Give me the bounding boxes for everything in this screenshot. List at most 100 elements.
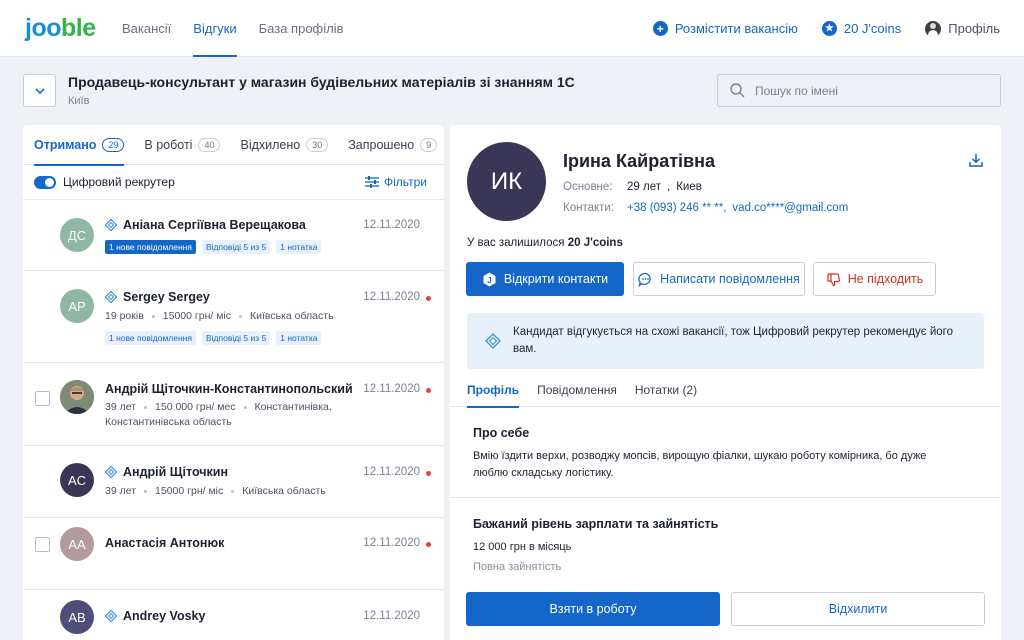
coins-value: 20 J'coins <box>567 237 623 249</box>
candidate-name-line: Анастасія Антонюк <box>105 536 224 550</box>
profile-link[interactable]: Профіль <box>925 20 1000 37</box>
profile-avatar: ИК <box>467 142 546 221</box>
badge-new-message: 1 нове повідомлення <box>105 240 196 254</box>
download-button[interactable] <box>968 152 984 171</box>
logo-part-1: joo <box>25 14 62 42</box>
tab-label: Отримано <box>34 138 97 152</box>
tab-label: В роботі <box>144 138 193 152</box>
search-box[interactable] <box>717 74 1001 107</box>
candidate-checkbox[interactable] <box>35 391 50 406</box>
candidate-name: Andrey Vosky <box>123 609 206 623</box>
separator-dot <box>243 405 247 409</box>
candidate-row[interactable]: ДС Аніана Сергіївна Верещакова 12.11.202… <box>23 200 444 271</box>
candidate-row[interactable]: AA Анастасія Антонюк 12.11.2020 <box>23 518 444 590</box>
section-divider <box>450 497 1001 498</box>
badge-answers: Відповіді 5 из 5 <box>201 331 271 345</box>
candidate-name: Андрій Щіточкин-Константинопольский <box>105 382 353 396</box>
badge-answers: Відповіді 5 из 5 <box>201 240 271 254</box>
nav-profile-base[interactable]: База профілів <box>259 0 344 57</box>
candidate-name: Андрій Щіточкин <box>123 465 229 479</box>
digital-recruiter-toggle[interactable] <box>34 175 56 189</box>
tab-in-progress[interactable]: В роботі 40 <box>144 125 221 165</box>
candidate-row[interactable]: Андрій Щіточкин-Константинопольский 12.1… <box>23 363 444 446</box>
person-photo-icon <box>60 380 94 414</box>
candidate-name: Анастасія Антонюк <box>105 536 225 550</box>
search-icon <box>730 83 745 98</box>
tab-received[interactable]: Отримано 29 <box>34 125 125 166</box>
candidate-row[interactable]: AC Андрій Щіточкин 12.11.2020 39 лет 1500… <box>23 446 444 518</box>
main-nav: Вакансії Відгуки База профілів <box>122 0 344 57</box>
profile-name: Ірина Кайратівна <box>563 151 715 171</box>
tab-messages[interactable]: Повідомлення <box>537 383 617 407</box>
contacts-label: Контакти: <box>563 202 615 214</box>
verified-icon <box>105 219 117 231</box>
salary-value: 12 000 грн в місяць <box>473 541 572 553</box>
badge-new-message: 1 нове повідомлення <box>105 331 196 345</box>
tab-invited[interactable]: Запрошено 9 <box>348 125 438 165</box>
profile-email[interactable]: vad.co****@gmail.com <box>732 202 848 214</box>
candidate-row[interactable]: AP Sergey Sergey 12.11.2020 19 років 1500… <box>23 271 444 363</box>
recommendation-text: Кандидат відгукується на схожі вакансії,… <box>513 326 954 355</box>
star-icon: ★ <box>821 21 837 36</box>
candidate-date: 12.11.2020 <box>363 219 420 231</box>
collapse-job-button[interactable] <box>23 74 56 107</box>
open-contacts-label: Відкрити контакти <box>503 272 609 286</box>
candidate-date: 12.11.2020 <box>363 537 420 549</box>
write-message-button[interactable]: Написати повідомлення <box>633 262 805 296</box>
logo-part-2: ble <box>61 14 96 42</box>
coins-text: У вас залишилося <box>467 237 565 249</box>
candidate-name-line: Andrey Vosky <box>105 609 205 623</box>
nav-responses[interactable]: Відгуки <box>193 0 237 57</box>
open-contacts-button[interactable]: J Відкрити контакти <box>466 262 624 296</box>
candidate-city: Константинівка, <box>254 401 332 413</box>
search-input[interactable] <box>755 83 985 98</box>
separator-dot <box>239 314 243 318</box>
verified-icon <box>105 610 117 622</box>
candidate-name: Аніана Сергіївна Верещакова <box>123 218 306 232</box>
profile-label: Профіль <box>948 21 1000 36</box>
tab-rejected[interactable]: Відхилено 30 <box>240 125 329 165</box>
jooble-logo[interactable]: jooble <box>25 14 96 43</box>
candidate-avatar: AA <box>60 527 94 561</box>
decline-button[interactable]: Відхилити <box>731 592 985 626</box>
tab-count: 29 <box>102 138 125 152</box>
candidate-age: 39 лет <box>105 401 137 413</box>
thumbs-down-icon <box>827 272 840 286</box>
not-suitable-button[interactable]: Не підходить <box>813 262 936 296</box>
post-vacancy-link[interactable]: + Розмістити вакансію <box>652 21 798 36</box>
hire-button[interactable]: Взяти в роботу <box>466 592 720 626</box>
digital-recruiter: Цифровий рекрутер <box>34 175 175 189</box>
candidate-name-line: Аніана Сергіївна Верещакова <box>105 218 306 232</box>
profile-phone[interactable]: +38 (093) 246 ** **, <box>627 202 726 214</box>
tab-profile[interactable]: Профіль <box>467 383 520 408</box>
candidate-avatar: ДС <box>60 218 94 252</box>
jcoin-icon: J <box>483 272 496 286</box>
unread-dot <box>426 542 431 547</box>
candidate-name-line: Андрій Щіточкин-Константинопольский <box>105 382 353 396</box>
coins-remaining: У вас залишилося 20 J'coins <box>467 237 623 249</box>
candidate-row[interactable]: AB Andrey Vosky 12.11.2020 <box>23 590 444 640</box>
digital-recruiter-icon <box>485 333 501 349</box>
nav-vacancies[interactable]: Вакансії <box>122 0 171 57</box>
filters-label: Фільтри <box>384 175 427 189</box>
candidate-avatar: AC <box>60 463 94 497</box>
job-title: Продавець-консультант у магазин будівель… <box>68 74 575 90</box>
tab-notes[interactable]: Нотатки (2) <box>635 383 697 407</box>
candidate-meta: 39 лет 15000 грн/ міс Київська область <box>105 484 375 499</box>
tab-count: 9 <box>420 138 438 152</box>
profile-basic-row: Основне: 29 лет, Киев <box>563 181 702 193</box>
tab-count: 40 <box>198 138 221 152</box>
candidate-region: Константинівська область <box>105 416 232 428</box>
candidate-date: 12.11.2020 <box>363 610 420 622</box>
badge-notes: 1 нотатка <box>276 240 322 254</box>
filters-button[interactable]: Фільтри <box>365 175 427 189</box>
coins-link[interactable]: ★ 20 J'coins <box>821 21 901 36</box>
top-header: jooble Вакансії Відгуки База профілів + … <box>0 0 1024 57</box>
not-suitable-label: Не підходить <box>847 272 924 286</box>
candidate-checkbox[interactable] <box>35 537 50 552</box>
profile-tabs: Профіль Повідомлення Нотатки (2) <box>450 383 1001 408</box>
profile-age: 29 лет <box>627 181 661 193</box>
separator-dot <box>231 489 235 493</box>
candidate-tabs: Отримано 29 В роботі 40 Відхилено 30 Запрош… <box>23 125 444 166</box>
chat-icon <box>638 272 651 287</box>
